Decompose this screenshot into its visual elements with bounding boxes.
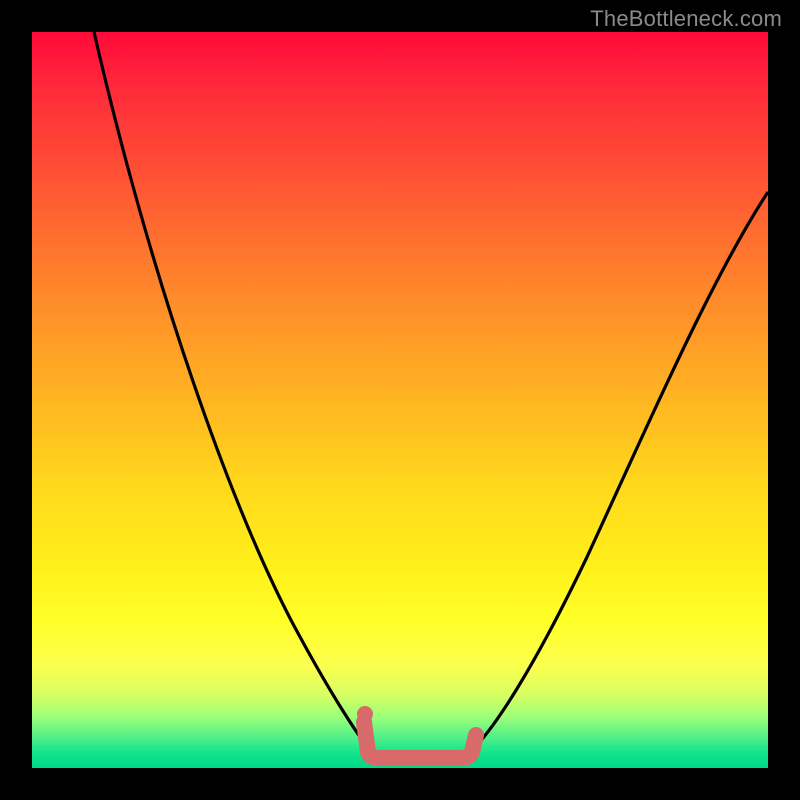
bracket-dot — [357, 706, 373, 722]
curve-left — [94, 32, 372, 752]
plot-area — [32, 32, 768, 768]
bottom-bracket — [364, 722, 476, 758]
watermark-label: TheBottleneck.com — [590, 6, 782, 32]
chart-frame: TheBottleneck.com — [0, 0, 800, 800]
curves-svg — [32, 32, 768, 768]
curve-right — [470, 192, 768, 752]
